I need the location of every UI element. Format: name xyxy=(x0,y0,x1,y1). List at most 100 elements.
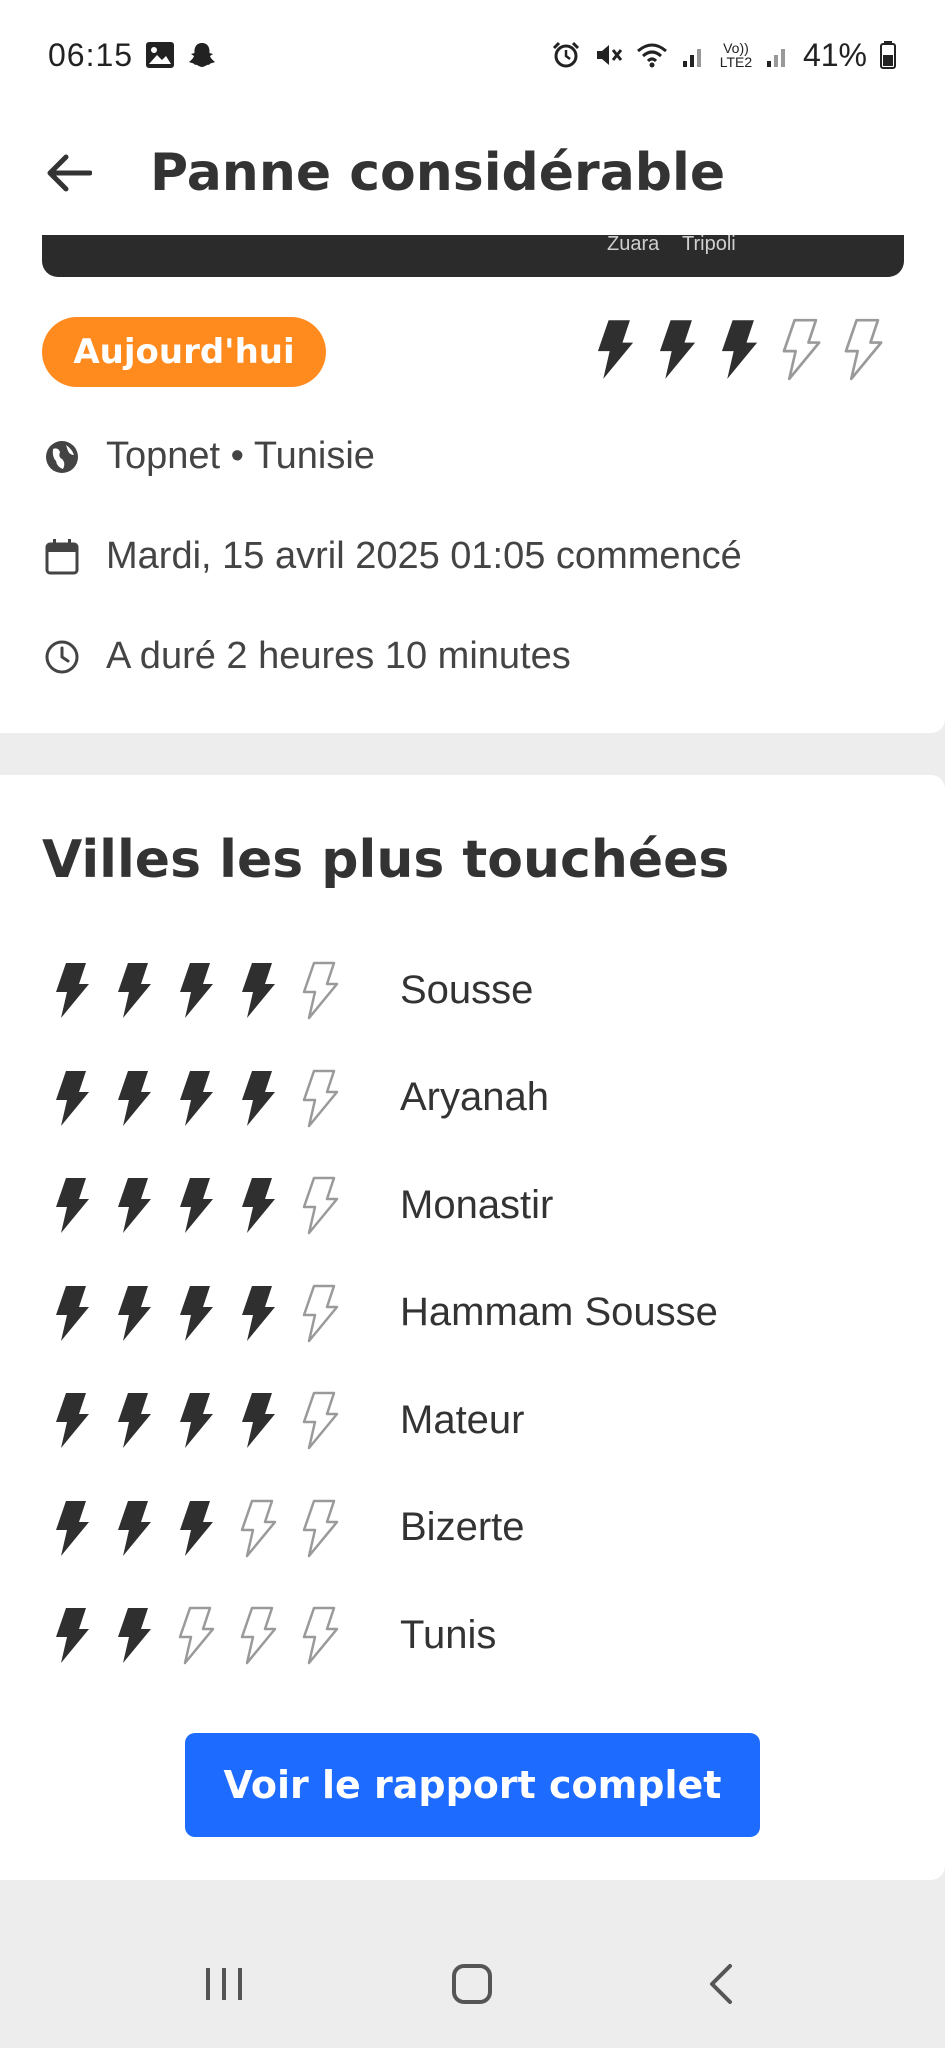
app-bar: Panne considérable xyxy=(0,110,945,235)
bolt-filled-icon xyxy=(180,1178,213,1233)
recent-apps-icon xyxy=(206,1968,243,2000)
bolt-filled-icon xyxy=(56,1178,89,1233)
bolt-filled-icon xyxy=(56,963,89,1018)
city-row: Bizerte xyxy=(52,1493,525,1563)
bolt-outline-icon xyxy=(302,1284,339,1342)
date-badge: Aujourd'hui xyxy=(42,317,326,387)
bolt-outline-icon xyxy=(302,1499,339,1557)
bolt-filled-icon xyxy=(118,1070,151,1126)
bolt-filled-icon xyxy=(118,1608,151,1663)
city-name: Bizerte xyxy=(400,1505,525,1549)
bolt-filled-icon xyxy=(118,1393,151,1448)
map-label-zuara: Zuara xyxy=(607,235,660,255)
map-label-tripoli: Tripoli xyxy=(682,235,736,255)
bolt-filled-icon xyxy=(242,1285,275,1341)
bolt-filled-icon xyxy=(118,1178,151,1233)
city-name: Monastir xyxy=(400,1182,554,1227)
start-date-text: Mardi, 15 avril 2025 01:05 commencé xyxy=(106,535,742,577)
mute-icon xyxy=(593,40,623,70)
view-full-report-button[interactable]: Voir le rapport complet xyxy=(185,1733,760,1837)
lte-label: Vo)) LTE2 xyxy=(719,40,753,70)
status-bar-right: Vo)) LTE2 41% xyxy=(551,37,897,74)
bolt-filled-icon xyxy=(118,1500,151,1556)
bolt-filled-icon xyxy=(242,1178,275,1233)
arrow-left-icon xyxy=(47,154,92,191)
system-nav-bar xyxy=(0,1920,945,2048)
bolt-outline-icon xyxy=(782,318,821,381)
signal-icon-2 xyxy=(765,41,791,69)
status-time: 06:15 xyxy=(48,36,134,73)
clock-icon xyxy=(42,637,82,677)
snapchat-icon xyxy=(187,40,217,70)
back-nav-button[interactable] xyxy=(661,1939,781,2029)
city-severity-rating xyxy=(52,959,348,1021)
calendar-icon xyxy=(42,537,82,577)
chevron-left-icon xyxy=(709,1964,732,2004)
home-icon xyxy=(452,1964,493,2004)
city-name: Sousse xyxy=(400,967,534,1012)
bolt-filled-icon xyxy=(180,1070,213,1126)
bolt-filled-icon xyxy=(721,320,758,379)
bolt-filled-icon xyxy=(659,320,696,379)
bolt-filled-icon xyxy=(180,1500,213,1556)
recent-apps-button[interactable] xyxy=(164,1939,284,2029)
outage-map[interactable]: Zuara Tripoli xyxy=(42,235,904,277)
city-row: Tunis xyxy=(52,1600,496,1670)
city-row: Hammam Sousse xyxy=(52,1278,718,1348)
home-button[interactable] xyxy=(412,1939,532,2029)
city-severity-rating xyxy=(52,1174,348,1236)
bolt-filled-icon xyxy=(56,1070,89,1126)
bolt-filled-icon xyxy=(242,1393,275,1448)
city-name: Tunis xyxy=(400,1612,497,1657)
city-name: Hammam Sousse xyxy=(400,1290,718,1334)
bolt-filled-icon xyxy=(242,1070,275,1126)
alarm-icon xyxy=(551,40,581,70)
bolt-filled-icon xyxy=(242,963,275,1018)
city-row: Aryanah xyxy=(52,1063,549,1133)
city-row: Sousse xyxy=(52,955,533,1025)
signal-icon-1 xyxy=(681,41,707,69)
start-date-row: Mardi, 15 avril 2025 01:05 commencé xyxy=(42,535,742,578)
bolt-filled-icon xyxy=(180,963,213,1018)
city-severity-rating xyxy=(52,1389,348,1451)
bolt-outline-icon xyxy=(302,1606,339,1665)
city-name: Aryanah xyxy=(400,1075,549,1119)
page-title: Panne considérable xyxy=(150,142,726,203)
provider-row: Topnet • Tunisie xyxy=(42,435,375,478)
city-name: Mateur xyxy=(400,1397,525,1442)
bolt-outline-icon xyxy=(240,1606,277,1665)
bolt-filled-icon xyxy=(180,1393,213,1448)
city-severity-rating xyxy=(52,1604,348,1666)
duration-row: A duré 2 heures 10 minutes xyxy=(42,635,571,678)
globe-icon xyxy=(42,437,82,477)
section-title: Villes les plus touchées xyxy=(42,830,730,890)
city-row: Mateur xyxy=(52,1385,525,1455)
city-severity-rating xyxy=(52,1282,348,1344)
affected-cities-card: Villes les plus touchées Sousse Aryanah Mo… xyxy=(0,775,945,1880)
status-bar-left: 06:15 xyxy=(48,37,217,74)
outage-summary-card: Zuara Tripoli Aujourd'hui Topnet • Tunis… xyxy=(0,235,945,733)
bolt-outline-icon xyxy=(302,961,339,1020)
bolt-outline-icon xyxy=(844,318,883,381)
duration-text: A duré 2 heures 10 minutes xyxy=(106,635,571,677)
battery-icon xyxy=(879,40,897,70)
status-bar: 06:15 Vo)) LTE2 41% xyxy=(0,0,945,110)
city-row: Monastir xyxy=(52,1170,553,1240)
bolt-outline-icon xyxy=(178,1606,215,1665)
bolt-filled-icon xyxy=(56,1393,89,1448)
bolt-filled-icon xyxy=(56,1608,89,1663)
provider-text: Topnet • Tunisie xyxy=(106,435,375,477)
bolt-filled-icon xyxy=(56,1285,89,1341)
city-severity-rating xyxy=(52,1497,348,1559)
bolt-filled-icon xyxy=(180,1285,213,1341)
bolt-outline-icon xyxy=(302,1391,339,1450)
bolt-filled-icon xyxy=(597,320,634,379)
bolt-filled-icon xyxy=(56,1500,89,1556)
gallery-icon xyxy=(145,41,175,69)
bolt-outline-icon xyxy=(240,1499,277,1557)
bolt-filled-icon xyxy=(118,1285,151,1341)
city-severity-rating xyxy=(52,1067,348,1129)
bolt-outline-icon xyxy=(302,1069,339,1127)
severity-rating xyxy=(592,317,886,381)
back-button[interactable] xyxy=(0,110,150,235)
